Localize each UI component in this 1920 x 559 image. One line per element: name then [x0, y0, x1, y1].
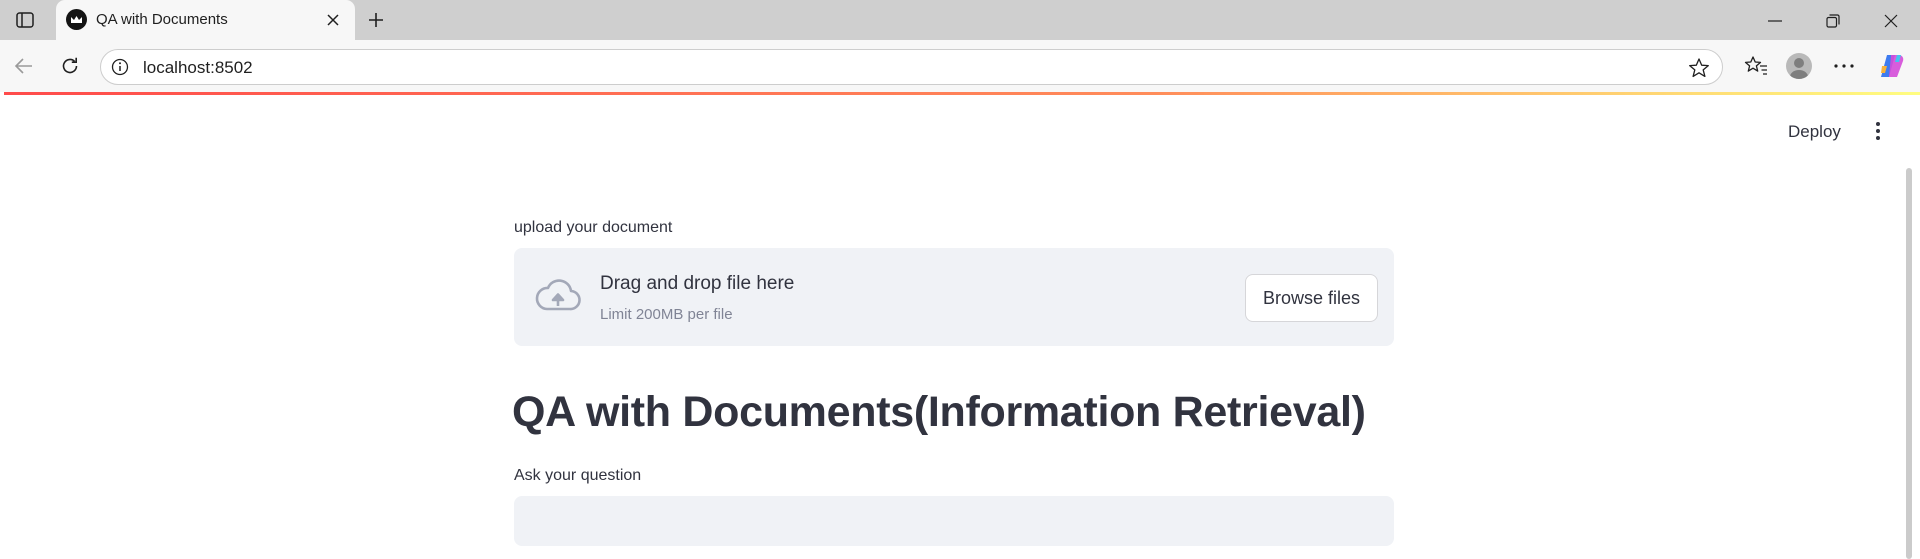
tab-title: QA with Documents — [96, 11, 228, 28]
info-icon[interactable] — [111, 58, 129, 76]
ellipsis-icon[interactable] — [1829, 51, 1859, 81]
uploader-label: upload your document — [514, 219, 673, 236]
close-window-icon[interactable] — [1871, 6, 1911, 36]
browser-toolbar: localhost:8502 — [0, 40, 1920, 92]
star-icon[interactable] — [1688, 57, 1710, 79]
copilot-icon[interactable] — [1877, 51, 1907, 81]
kebab-icon[interactable] — [1868, 118, 1888, 144]
file-dropzone[interactable]: Drag and drop file here Limit 200MB per … — [514, 248, 1394, 346]
reload-icon[interactable] — [54, 50, 86, 82]
tab-sidebar-icon[interactable] — [12, 8, 38, 32]
streamlit-crown-icon — [66, 9, 87, 30]
question-label: Ask your question — [514, 467, 642, 484]
avatar-icon[interactable] — [1784, 51, 1814, 81]
arrow-left-icon[interactable] — [8, 50, 40, 82]
close-icon[interactable] — [322, 9, 344, 31]
cloud-upload-icon — [534, 278, 582, 314]
url-text[interactable]: localhost:8502 — [143, 58, 253, 78]
header-decoration — [4, 92, 1920, 95]
page-title: QA with Documents(Information Retrieval) — [512, 388, 1366, 436]
plus-icon[interactable] — [362, 7, 390, 33]
browser-tab-active[interactable]: QA with Documents — [56, 0, 355, 40]
minimize-icon[interactable] — [1755, 6, 1795, 36]
avatar — [1786, 53, 1812, 79]
browser-tab-bar: QA with Documents — [0, 0, 1920, 40]
deploy-button[interactable]: Deploy — [1782, 118, 1847, 146]
address-bar[interactable]: localhost:8502 — [100, 49, 1723, 85]
dropzone-limit: Limit 200MB per file — [600, 306, 733, 323]
restore-icon[interactable] — [1813, 6, 1853, 36]
browse-files-button[interactable]: Browse files — [1245, 274, 1378, 322]
streamlit-page: Deploy upload your document Drag and dro… — [4, 92, 1920, 559]
page-scrollbar[interactable] — [1906, 168, 1912, 559]
question-input[interactable] — [514, 496, 1394, 546]
favorites-icon[interactable] — [1741, 51, 1771, 81]
dropzone-instructions: Drag and drop file here — [600, 273, 795, 294]
